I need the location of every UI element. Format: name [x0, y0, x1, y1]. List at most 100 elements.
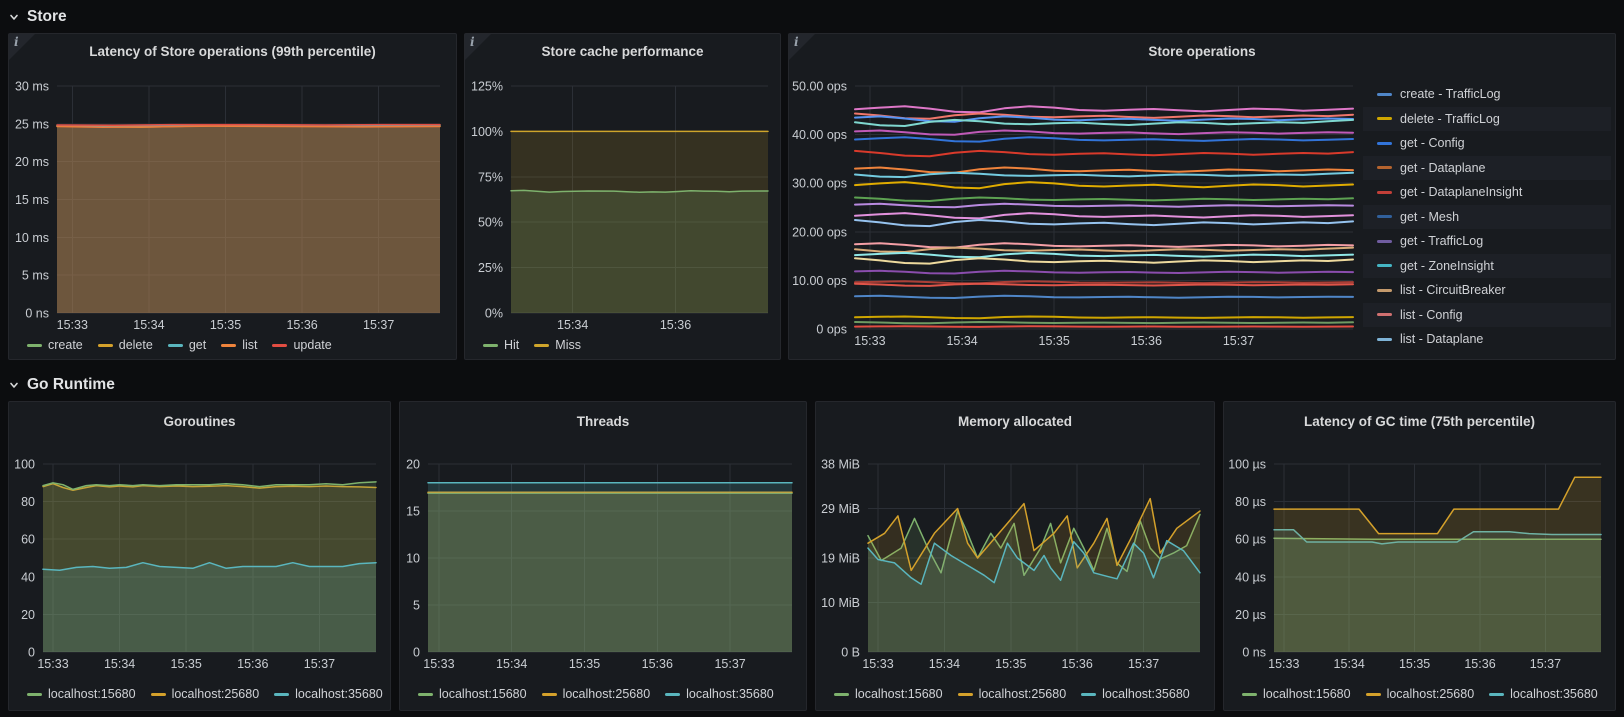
legend: localhost:15680 localhost:25680 localhost:… [816, 680, 1214, 708]
section-header-go-runtime[interactable]: Go Runtime [8, 374, 1616, 396]
chart-canvas[interactable]: 100 80 60 40 20 015:33 15:34 15:35 15:36 15:37 [9, 440, 390, 680]
legend-label: localhost:15680 [1263, 687, 1351, 701]
legend-label: list - Dataplane [1400, 332, 1484, 347]
legend-item-create-trafficlog[interactable]: create - TrafficLog [1363, 82, 1611, 107]
panel-title[interactable]: Latency of Store operations (99th percen… [9, 34, 456, 68]
series-line [854, 149, 1354, 158]
panel-info-icon[interactable]: i [789, 34, 815, 60]
series-line [854, 282, 1354, 287]
legend-item-get[interactable]: get [167, 338, 206, 352]
panel-title[interactable]: Goroutines [9, 402, 390, 440]
legend-item-miss[interactable]: Miss [534, 338, 581, 352]
series-line [854, 257, 1354, 265]
y-tick-label: 100 [14, 458, 35, 472]
chart-canvas[interactable]: 50.00 ops 40.00 ops 30.00 ops 20.00 ops 10.0… [789, 68, 1363, 359]
legend-item-delete[interactable]: delete [97, 338, 153, 352]
legend-item-get-config[interactable]: get - Config [1363, 131, 1611, 156]
legend-label: localhost:25680 [978, 687, 1067, 701]
panel-title[interactable]: Latency of GC time (75th percentile) [1224, 402, 1615, 440]
go-runtime-panels-row: Goroutines 100 80 60 40 20 0 15:33 15:34 15:35 15… [8, 401, 1616, 711]
y-tick-label: 0 B [841, 646, 860, 660]
panel-title[interactable]: Store cache performance [465, 34, 780, 68]
chart-canvas[interactable]: 20 15 10 5 015:33 15:34 15:35 15:36 15:37 [400, 440, 806, 680]
y-tick-label: 5 ms [22, 269, 49, 283]
x-tick-label: 15:36 [1131, 334, 1162, 348]
legend-item-localhost-25680[interactable]: localhost:25680 [957, 687, 1067, 701]
legend-item-delete-trafficlog[interactable]: delete - TrafficLog [1363, 106, 1611, 131]
x-tick-label: 15:34 [104, 657, 135, 671]
legend-item-list[interactable]: list [221, 338, 257, 352]
y-tick-label: 0 [28, 646, 35, 660]
legend-color-dash-icon [1377, 337, 1392, 341]
legend-item-get-zoneinsight[interactable]: get - ZoneInsight [1363, 253, 1611, 278]
legend-item-localhost-35680[interactable]: localhost:35680 [274, 687, 383, 701]
store-panels-row: i Latency of Store operations (99th perc… [8, 33, 1616, 360]
legend-color-dash-icon [274, 692, 290, 696]
legend-color-dash-icon [1377, 190, 1392, 194]
y-tick-label: 0 ns [25, 307, 49, 321]
legend-item-hit[interactable]: Hit [483, 338, 519, 352]
y-tick-label: 40 µs [1235, 570, 1266, 584]
legend-item-localhost-25680[interactable]: localhost:25680 [150, 687, 259, 701]
x-tick-label: 15:36 [660, 318, 691, 332]
legend-item-localhost-25680[interactable]: localhost:25680 [1365, 687, 1474, 701]
legend-item-get-dataplane[interactable]: get - Dataplane [1363, 155, 1611, 180]
legend-label: Hit [504, 338, 520, 352]
panel-title[interactable]: Memory allocated [816, 402, 1214, 440]
chart-canvas[interactable]: 100 µs 80 µs 60 µs 40 µs 20 µs 0 ns15:33 15:34… [1224, 440, 1615, 680]
chart-canvas[interactable]: 30 ms 25 ms 20 ms 15 ms 10 ms 5 ms 0 ns 15:33 15… [9, 68, 456, 333]
legend-item-localhost-15680[interactable]: localhost:15680 [418, 687, 527, 701]
panel-info-icon[interactable]: i [9, 34, 35, 60]
series-line [854, 136, 1354, 143]
legend-item-update[interactable]: update [272, 338, 332, 352]
panel-memory-allocated: Memory allocated 38 MiB 29 MiB 19 MiB 10 Mi… [815, 401, 1215, 711]
panel-info-icon[interactable]: i [465, 34, 491, 60]
legend-item-localhost-25680[interactable]: localhost:25680 [541, 687, 650, 701]
legend: create delete get list update [9, 333, 456, 357]
legend-color-dash-icon [1377, 288, 1392, 292]
y-tick-label: 10 [406, 552, 420, 566]
legend-label: localhost:35680 [1102, 687, 1190, 701]
legend-label: get - Mesh [1400, 209, 1460, 224]
legend-item-list-config[interactable]: list - Config [1363, 302, 1611, 327]
panel-title[interactable]: Threads [400, 402, 806, 440]
legend-item-localhost-35680[interactable]: localhost:35680 [665, 687, 774, 701]
legend-color-dash-icon [665, 692, 681, 696]
legend-color-dash-icon [1377, 264, 1392, 268]
legend-item-list-dataplane[interactable]: list - Dataplane [1363, 327, 1611, 352]
series-line [854, 251, 1354, 259]
section-header-store[interactable]: Store [8, 6, 1616, 28]
chart-canvas[interactable]: 38 MiB 29 MiB 19 MiB 10 MiB 0 B15:33 15:34 15:… [816, 440, 1214, 680]
legend-item-localhost-15680[interactable]: localhost:15680 [1242, 687, 1351, 701]
panel-title[interactable]: Store operations [789, 34, 1615, 68]
legend-item-localhost-35680[interactable]: localhost:35680 [1489, 687, 1598, 701]
legend-item-get-mesh[interactable]: get - Mesh [1363, 204, 1611, 229]
legend-color-dash-icon [1377, 92, 1392, 96]
panel-goroutines: Goroutines 100 80 60 40 20 0 15:33 15:34 15:35 15… [8, 401, 391, 711]
legend: localhost:15680 localhost:25680 localhost:… [1224, 680, 1615, 708]
x-tick-label: 15:35 [1399, 657, 1430, 671]
legend-item-get-dataplaneinsight[interactable]: get - DataplaneInsight [1363, 180, 1611, 205]
legend-item-localhost-15680[interactable]: localhost:15680 [834, 687, 943, 701]
legend-item-localhost-15680[interactable]: localhost:15680 [27, 687, 136, 701]
legend-item-list-circuitbreaker[interactable]: list - CircuitBreaker [1363, 278, 1611, 303]
legend: localhost:15680 localhost:25680 localhost:… [9, 680, 390, 708]
legend-label: update [293, 338, 332, 352]
series-line [56, 123, 441, 127]
x-tick-label: 15:34 [946, 334, 977, 348]
y-tick-label: 25 ms [15, 117, 49, 131]
y-tick-label: 60 µs [1235, 533, 1266, 547]
y-tick-label: 20 [21, 608, 35, 622]
legend-item-localhost-35680[interactable]: localhost:35680 [1081, 687, 1190, 701]
series-line [854, 294, 1354, 299]
legend-color-dash-icon [1377, 117, 1392, 121]
legend-color-dash-icon [27, 692, 42, 696]
legend-right: create - TrafficLog delete - TrafficLog ge… [1363, 68, 1615, 359]
chart-canvas[interactable]: 125% 100% 75% 50% 25% 0% 15:34 15:36 [465, 68, 780, 333]
legend-color-dash-icon [272, 343, 288, 347]
legend-item-create[interactable]: create [27, 338, 83, 352]
legend-item-get-trafficlog[interactable]: get - TrafficLog [1363, 229, 1611, 254]
panel-store-operations: i Store operations 50.00 ops 40.00 ops 30.… [788, 33, 1616, 360]
x-tick-label: 15:33 [423, 657, 454, 671]
legend-color-dash-icon [534, 343, 550, 347]
